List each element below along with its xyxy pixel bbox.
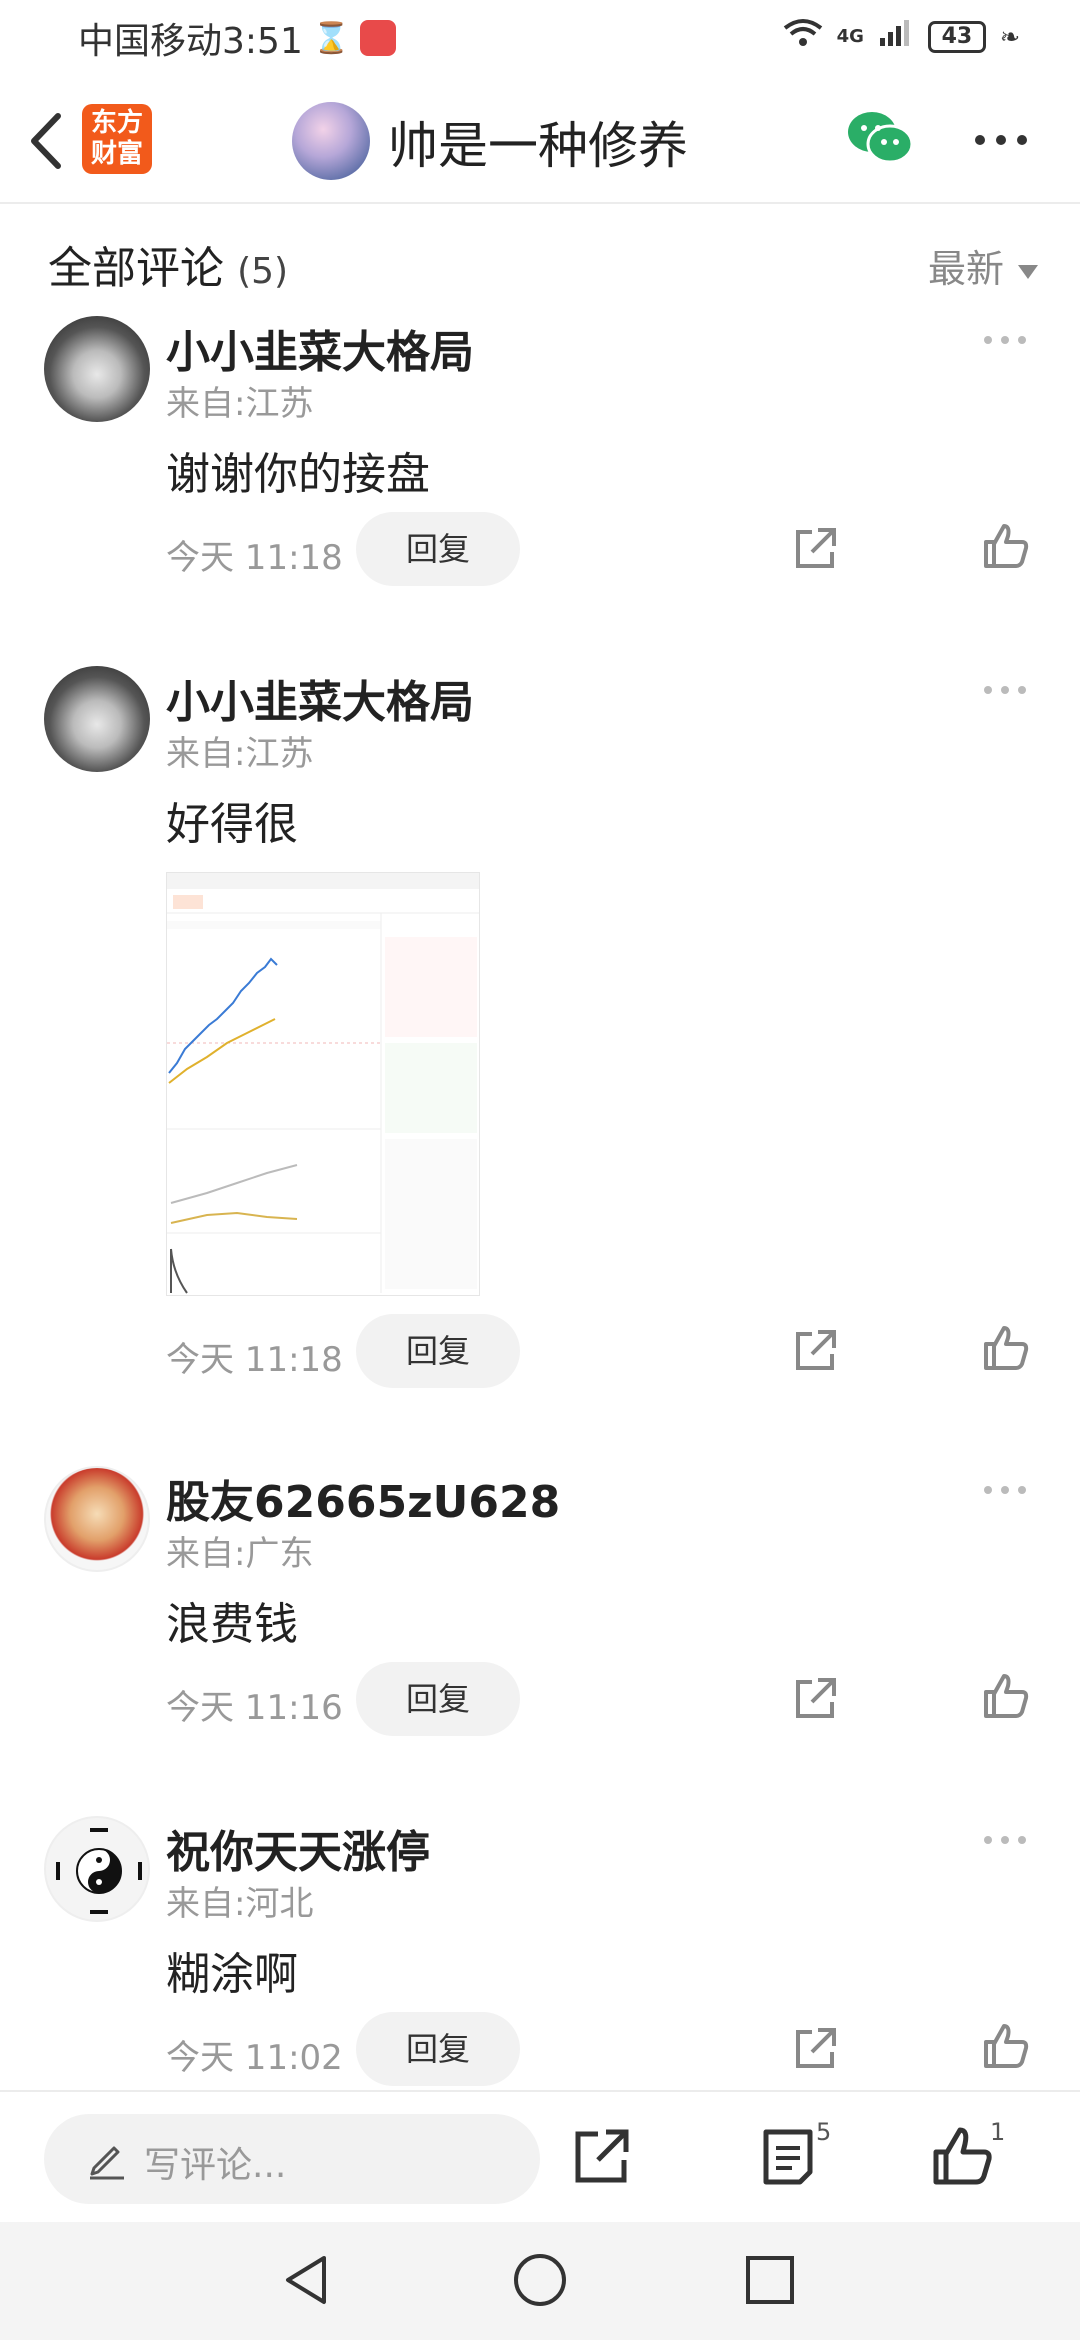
- comment-item: 小小韭菜大格局 来自:江苏 好得很 今天 11:18 回复: [0, 666, 1080, 1406]
- reply-button[interactable]: 回复: [356, 512, 520, 586]
- battery-icon: 43: [927, 20, 986, 53]
- like-icon[interactable]: [930, 2124, 994, 2188]
- user-avatar[interactable]: [44, 666, 150, 772]
- nav-recents-icon[interactable]: [740, 2250, 800, 2310]
- like-count-badge: 1: [990, 2118, 1006, 2146]
- author-avatar[interactable]: [292, 102, 370, 180]
- reply-button[interactable]: 回复: [356, 2012, 520, 2086]
- user-location: 来自:江苏: [166, 734, 314, 774]
- user-name[interactable]: 小小韭菜大格局: [166, 666, 474, 730]
- like-icon[interactable]: [982, 522, 1030, 570]
- wechat-icon[interactable]: [846, 108, 914, 168]
- comment-text: 浪费钱: [166, 1599, 298, 1650]
- carrier-time: 中国移动3:51: [78, 21, 303, 62]
- pen-icon: [86, 2138, 128, 2180]
- user-avatar[interactable]: [44, 1466, 150, 1572]
- share-icon[interactable]: [792, 1676, 838, 1722]
- user-location: 来自:江苏: [166, 384, 314, 424]
- page-title[interactable]: 帅是一种修养: [388, 106, 688, 178]
- comment-text: 好得很: [166, 799, 298, 850]
- user-location: 来自:河北: [166, 1884, 314, 1924]
- comment-count-badge: 5: [816, 2118, 832, 2146]
- sort-dropdown[interactable]: 最新: [928, 238, 1038, 293]
- comment-item: 小小韭菜大格局 来自:江苏 谢谢你的接盘 今天 11:18 回复: [0, 316, 1080, 606]
- status-bar: 中国移动3:51 ⌛ 4G 43 ❧: [0, 0, 1080, 74]
- like-icon[interactable]: [982, 2022, 1030, 2070]
- comment-more-icon[interactable]: [982, 332, 1028, 346]
- user-avatar[interactable]: [44, 1816, 150, 1922]
- wifi-icon: [783, 18, 823, 55]
- comment-time: 今天 11:18: [166, 1340, 343, 1380]
- comment-text: 谢谢你的接盘: [166, 449, 430, 500]
- like-icon[interactable]: [982, 1324, 1030, 1372]
- caret-down-icon: [1018, 264, 1038, 279]
- comment-count: (5): [237, 251, 289, 292]
- comment-more-icon[interactable]: [982, 1482, 1028, 1496]
- user-name[interactable]: 祝你天天涨停: [166, 1816, 430, 1880]
- network-label: 4G: [836, 26, 864, 47]
- leaf-icon: ❧: [999, 22, 1020, 51]
- sort-label: 最新: [927, 247, 1004, 291]
- user-name[interactable]: 小小韭菜大格局: [166, 316, 474, 380]
- bottom-bar: 写评论... 5 1: [0, 2090, 1080, 2222]
- user-location: 来自:广东: [166, 1534, 314, 1574]
- hourglass-icon: ⌛: [312, 20, 351, 56]
- comment-placeholder: 写评论...: [144, 2145, 287, 2186]
- comment-item: 股友62665zU628 来自:广东 浪费钱 今天 11:16 回复: [0, 1466, 1080, 1756]
- comment-time: 今天 11:16: [166, 1688, 343, 1728]
- reply-button[interactable]: 回复: [356, 1314, 520, 1388]
- share-icon[interactable]: [792, 526, 838, 572]
- comment-input[interactable]: 写评论...: [44, 2114, 540, 2204]
- comment-time: 今天 11:18: [166, 538, 343, 578]
- share-icon[interactable]: [570, 2124, 634, 2188]
- system-nav-bar: [0, 2222, 1080, 2340]
- more-icon[interactable]: [974, 130, 1028, 150]
- back-icon[interactable]: [22, 108, 72, 174]
- comments-icon[interactable]: [756, 2124, 820, 2188]
- section-title: 全部评论: [48, 243, 224, 294]
- nav-back-icon[interactable]: [278, 2250, 338, 2310]
- comment-text: 糊涂啊: [166, 1949, 298, 2000]
- top-nav: 东方财富 帅是一种修养: [0, 80, 1080, 204]
- share-icon[interactable]: [792, 1328, 838, 1374]
- user-avatar[interactable]: [44, 316, 150, 422]
- reply-button[interactable]: 回复: [356, 1662, 520, 1736]
- app-notification-icon: [360, 20, 397, 56]
- comment-item: 祝你天天涨停 来自:河北 糊涂啊 今天 11:02 回复: [0, 1816, 1080, 2092]
- comments-header: 全部评论 (5) 最新: [48, 232, 1038, 302]
- user-name[interactable]: 股友62665zU628: [166, 1466, 560, 1530]
- comment-more-icon[interactable]: [982, 682, 1028, 696]
- signal-icon: [878, 18, 914, 55]
- nav-home-icon[interactable]: [510, 2250, 570, 2310]
- share-icon[interactable]: [792, 2026, 838, 2072]
- like-icon[interactable]: [982, 1672, 1030, 1720]
- comment-time: 今天 11:02: [166, 2038, 343, 2078]
- app-logo[interactable]: 东方财富: [82, 104, 152, 174]
- comment-more-icon[interactable]: [982, 1832, 1028, 1846]
- comment-image[interactable]: [166, 872, 480, 1296]
